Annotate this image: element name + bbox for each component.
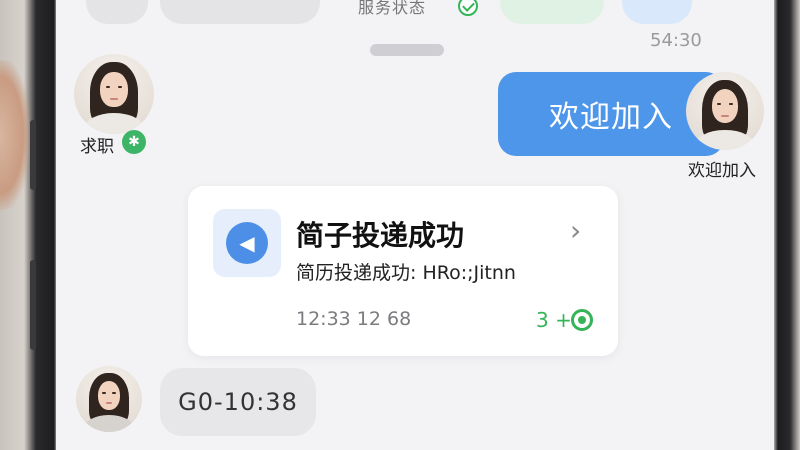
drag-handle[interactable] — [370, 44, 444, 56]
avatar-eye — [106, 86, 110, 88]
avatar-face — [97, 380, 121, 410]
card-title: 简子投递成功 — [296, 219, 465, 252]
avatar-face — [711, 89, 739, 124]
incoming-message-bubble[interactable]: G0-10:38 — [160, 368, 316, 436]
sender-label: 求职 — [80, 137, 114, 157]
volume-button — [30, 120, 36, 190]
avatar[interactable] — [686, 72, 764, 150]
card-subtitle: 简历投递成功: HRo:;Jitnn — [296, 262, 516, 284]
chat-screen: 服务状态 54:30 求职 ✱ 欢迎加入 欢迎加入 ◀ 简子投递成功 › 简历投… — [56, 0, 774, 450]
chevron-right-icon[interactable]: › — [570, 214, 581, 247]
avatar-lip — [110, 98, 118, 100]
check-circle-icon — [458, 0, 478, 16]
speaker-icon: ◀ — [226, 222, 268, 264]
top-partial-text: 服务状态 — [358, 0, 427, 17]
top-partial-bubble — [622, 0, 692, 24]
avatar-eye — [118, 86, 122, 88]
finger — [0, 60, 30, 210]
card-timestamp: 12:33 12 68 — [296, 308, 412, 330]
delivery-status-card[interactable]: ◀ 简子投递成功 › 简历投递成功: HRo:;Jitnn 12:33 12 6… — [188, 186, 618, 356]
card-icon-container: ◀ — [213, 209, 281, 277]
side-button — [30, 260, 36, 350]
incoming-message-text: G0-10:38 — [178, 388, 298, 416]
message-timestamp: 54:30 — [650, 30, 702, 51]
top-partial-bubble — [160, 0, 320, 24]
card-count: 3 + — [536, 308, 572, 332]
outgoing-message-text: 欢迎加入 — [549, 100, 673, 135]
avatar-eye — [728, 103, 733, 106]
avatar-face — [100, 71, 128, 107]
avatar[interactable] — [74, 54, 154, 134]
top-partial-bubble — [86, 0, 148, 24]
receiver-label: 欢迎加入 — [688, 161, 756, 181]
avatar-lip — [721, 114, 729, 117]
gear-icon: ✱ — [122, 130, 146, 154]
avatar[interactable] — [76, 366, 142, 432]
top-partial-bubble — [500, 0, 604, 24]
radio-dot-icon — [571, 309, 593, 331]
